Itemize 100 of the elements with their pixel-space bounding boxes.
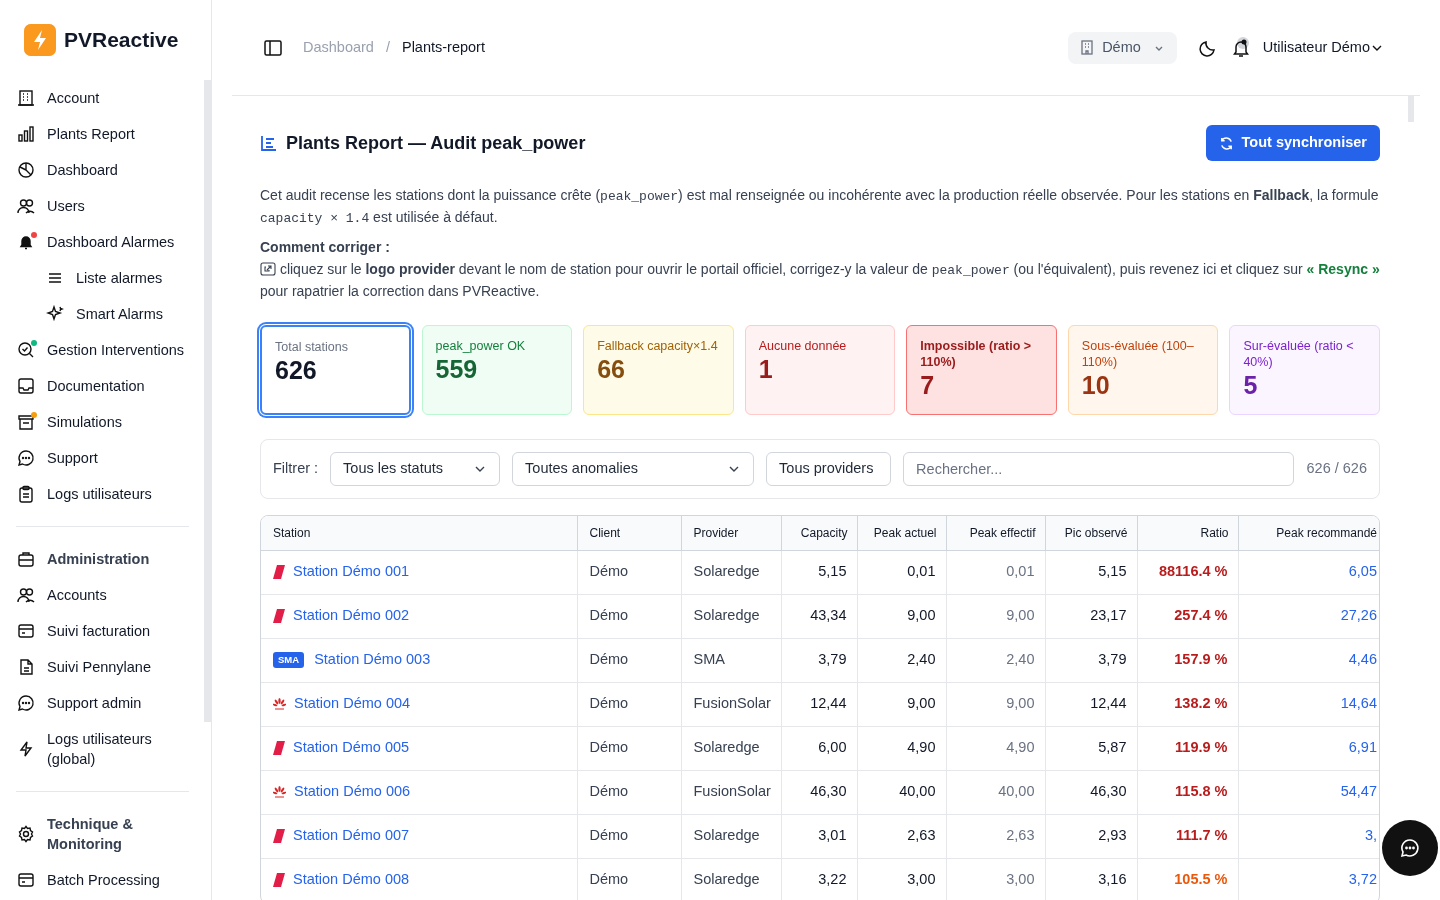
stat-card[interactable]: Sous-évaluée (100–110%) 10 [1067, 325, 1219, 415]
sidebar-item[interactable]: Accounts [16, 577, 197, 613]
bar-chart-icon [17, 125, 35, 143]
provider-logo-icon[interactable] [273, 786, 286, 798]
provider-logo-icon[interactable] [273, 565, 285, 579]
table-cell: 5,87 [1045, 726, 1137, 770]
table-cell: 46,30 [1045, 770, 1137, 814]
user-menu[interactable]: Utilisateur Démo [1262, 36, 1384, 59]
table-cell: Démo [577, 814, 681, 858]
sidebar-item[interactable]: Smart Alarms [16, 296, 197, 332]
provider-logo-icon[interactable] [273, 609, 285, 623]
table-cell: 3, [1238, 814, 1379, 858]
clipboard-icon [17, 485, 35, 503]
archive-icon [17, 413, 35, 431]
table-cell: 0,01 [946, 550, 1045, 594]
sidebar-item[interactable]: Suivi Pennylane [16, 649, 197, 685]
sidebar-item[interactable]: Batch Processing [16, 862, 197, 898]
sidebar-item[interactable]: Account [16, 80, 197, 116]
station-link[interactable]: Station Démo 004 [294, 693, 411, 715]
provider-logo-icon[interactable] [273, 829, 285, 843]
station-link[interactable]: Station Démo 006 [294, 781, 411, 803]
station-link[interactable]: Station Démo 005 [293, 737, 410, 759]
table-cell: 9,00 [946, 682, 1045, 726]
stat-card[interactable]: peak_power OK 559 [421, 325, 573, 415]
notification-bell-icon[interactable] [1230, 36, 1251, 59]
sidebar-section[interactable]: Administration [16, 541, 197, 577]
provider-logo-icon[interactable] [273, 873, 285, 887]
table-cell: Démo [577, 594, 681, 638]
table-cell: 9,00 [946, 594, 1045, 638]
table-cell: 27,26 [1238, 594, 1379, 638]
sidebar-section[interactable]: Technique & Monitoring [16, 806, 197, 862]
station-link[interactable]: Station Démo 001 [293, 561, 410, 583]
table-cell: 4,46 [1238, 638, 1379, 682]
provider-filter[interactable]: Tous providers [766, 452, 892, 486]
breadcrumb-link[interactable]: Plants-report [401, 36, 485, 59]
stat-value: 1 [758, 354, 774, 384]
sidebar-item[interactable]: Dashboard Alarmes [16, 224, 197, 260]
filter-label: Filtrer : [273, 459, 319, 479]
provider-logo-icon[interactable] [273, 741, 285, 755]
sync-all-button[interactable]: Tout synchroniser [1205, 125, 1380, 161]
stat-card[interactable]: Aucune donnée 1 [744, 325, 896, 415]
table-cell: Solaredge [681, 726, 781, 770]
table-cell: 40,00 [946, 770, 1045, 814]
stat-card[interactable]: Impossible (ratio > 110%) 7 [906, 325, 1057, 415]
anomaly-filter[interactable]: Toutes anomalies [512, 452, 755, 486]
credit-card-icon [17, 871, 35, 889]
table-cell: Démo [577, 682, 681, 726]
table-cell: 157.9 % [1137, 638, 1238, 682]
magnifier-icon [17, 341, 35, 359]
sidebar-item[interactable]: Users [16, 188, 197, 224]
station-link[interactable]: Station Démo 007 [293, 825, 410, 847]
table-cell: 3,72 [1238, 858, 1379, 900]
stat-card[interactable]: Fallback capacity×1.4 66 [583, 325, 734, 415]
table-cell: 5,15 [781, 550, 857, 594]
table-cell: FusionSolar [681, 770, 781, 814]
table-cell: 5,15 [1045, 550, 1137, 594]
sidebar-item[interactable]: Simulations [16, 404, 197, 440]
dark-mode-icon[interactable] [1198, 38, 1217, 57]
table-cell: Solaredge [681, 814, 781, 858]
search-field[interactable]: Rechercher... [903, 452, 1294, 486]
table-cell: Solaredge [681, 858, 781, 900]
station-link[interactable]: Station Démo 003 [314, 649, 431, 671]
table-cell: 105.5 % [1137, 858, 1238, 900]
sidebar-item[interactable]: Support admin [16, 685, 197, 721]
sidebar-item[interactable]: Gestion Interventions [16, 332, 197, 368]
table-cell: SMA [681, 638, 781, 682]
sidebar-toggle-icon[interactable] [264, 39, 282, 56]
table-cell: 3,16 [1045, 858, 1137, 900]
table-cell: 138.2 % [1137, 682, 1238, 726]
table-cell: Démo [577, 858, 681, 900]
station-link[interactable]: Station Démo 002 [293, 605, 410, 627]
sidebar-item[interactable]: Logs utilisateurs (global) [16, 721, 197, 777]
table-cell: 88116.4 % [1137, 550, 1238, 594]
sidebar-item[interactable]: Documentation [16, 368, 197, 404]
sidebar-item[interactable]: Dashboard [16, 152, 197, 188]
external-link-icon [260, 262, 276, 276]
table-cell: 3,22 [781, 858, 857, 900]
sidebar-item[interactable]: Suivi facturation [16, 613, 197, 649]
table-cell: 4,90 [857, 726, 946, 770]
station-link[interactable]: Station Démo 008 [293, 869, 410, 891]
provider-logo-icon[interactable] [273, 698, 286, 710]
table-cell: 3,79 [781, 638, 857, 682]
provider-logo[interactable]: SMA [273, 651, 305, 669]
stat-card[interactable]: Total stations 626 [260, 325, 411, 415]
column-header: Peak actuel [857, 516, 946, 550]
stat-value: 5 [1243, 370, 1259, 400]
stat-value: 7 [920, 370, 936, 400]
organization-selector[interactable]: Démo [1068, 31, 1177, 64]
sidebar-item[interactable]: Logs utilisateurs [16, 476, 197, 512]
stat-label: Total stations [275, 339, 349, 355]
status-filter[interactable]: Tous les statuts [330, 452, 501, 486]
stat-value: 66 [597, 354, 626, 384]
sidebar-item[interactable]: Support [16, 440, 197, 476]
sidebar-item[interactable]: Plants Report [16, 116, 197, 152]
sidebar-item[interactable]: Liste alarmes [16, 260, 197, 296]
stat-card[interactable]: Sur-évaluée (ratio < 40%) 5 [1229, 325, 1380, 415]
howto-paragraph: cliquez sur le logo provider devant le nom de station pour ouvrir le portail officiel, corrigez-y la valeur de peak_power (ou l'équivalent), puis revenez ici et cliquez sur « Resync » pour rapatrier la correction dans PVReactive. [260, 260, 1380, 301]
chat-button[interactable] [1382, 820, 1438, 876]
table-cell: 3,01 [781, 814, 857, 858]
table-cell: Démo [577, 726, 681, 770]
